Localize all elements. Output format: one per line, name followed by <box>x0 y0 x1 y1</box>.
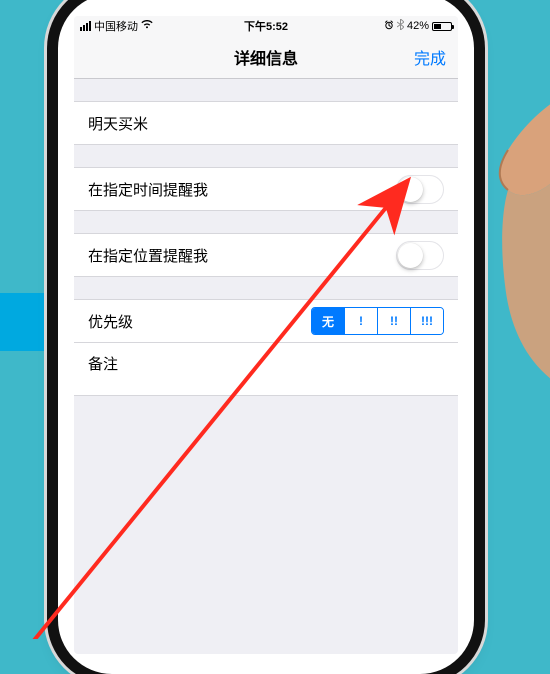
priority-seg-none[interactable]: 无 <box>312 308 344 334</box>
remind-location-toggle[interactable] <box>396 241 444 270</box>
remind-location-row: 在指定位置提醒我 <box>74 233 458 277</box>
reminder-title-field[interactable]: 明天买米 <box>74 101 458 145</box>
reminder-title-text: 明天买米 <box>88 113 444 134</box>
remind-location-label: 在指定位置提醒我 <box>88 245 396 266</box>
status-bar: 中国移动 下午5:52 42% <box>74 16 458 36</box>
notes-row[interactable]: 备注 <box>74 343 458 396</box>
nav-bar: 详细信息 完成 <box>74 36 458 79</box>
priority-seg-high[interactable]: !!! <box>410 308 443 334</box>
done-button[interactable]: 完成 <box>414 36 446 78</box>
notes-label: 备注 <box>88 353 118 374</box>
priority-seg-med[interactable]: !! <box>377 308 410 334</box>
priority-row: 优先级 无 ! !! !!! <box>74 299 458 343</box>
page-title: 详细信息 <box>234 45 298 69</box>
clock-label: 下午5:52 <box>74 18 458 34</box>
remind-time-row: 在指定时间提醒我 <box>74 167 458 211</box>
screen: 中国移动 下午5:52 42% 详细信息 完成 <box>74 16 458 654</box>
remind-time-toggle[interactable] <box>396 175 444 204</box>
priority-seg-low[interactable]: ! <box>344 308 377 334</box>
battery-icon <box>432 22 452 31</box>
remind-time-label: 在指定时间提醒我 <box>88 179 396 200</box>
priority-label: 优先级 <box>88 311 311 332</box>
priority-segmented[interactable]: 无 ! !! !!! <box>311 307 444 335</box>
phone-frame: 中国移动 下午5:52 42% 详细信息 完成 <box>58 0 474 674</box>
background-accent-block <box>0 293 44 351</box>
